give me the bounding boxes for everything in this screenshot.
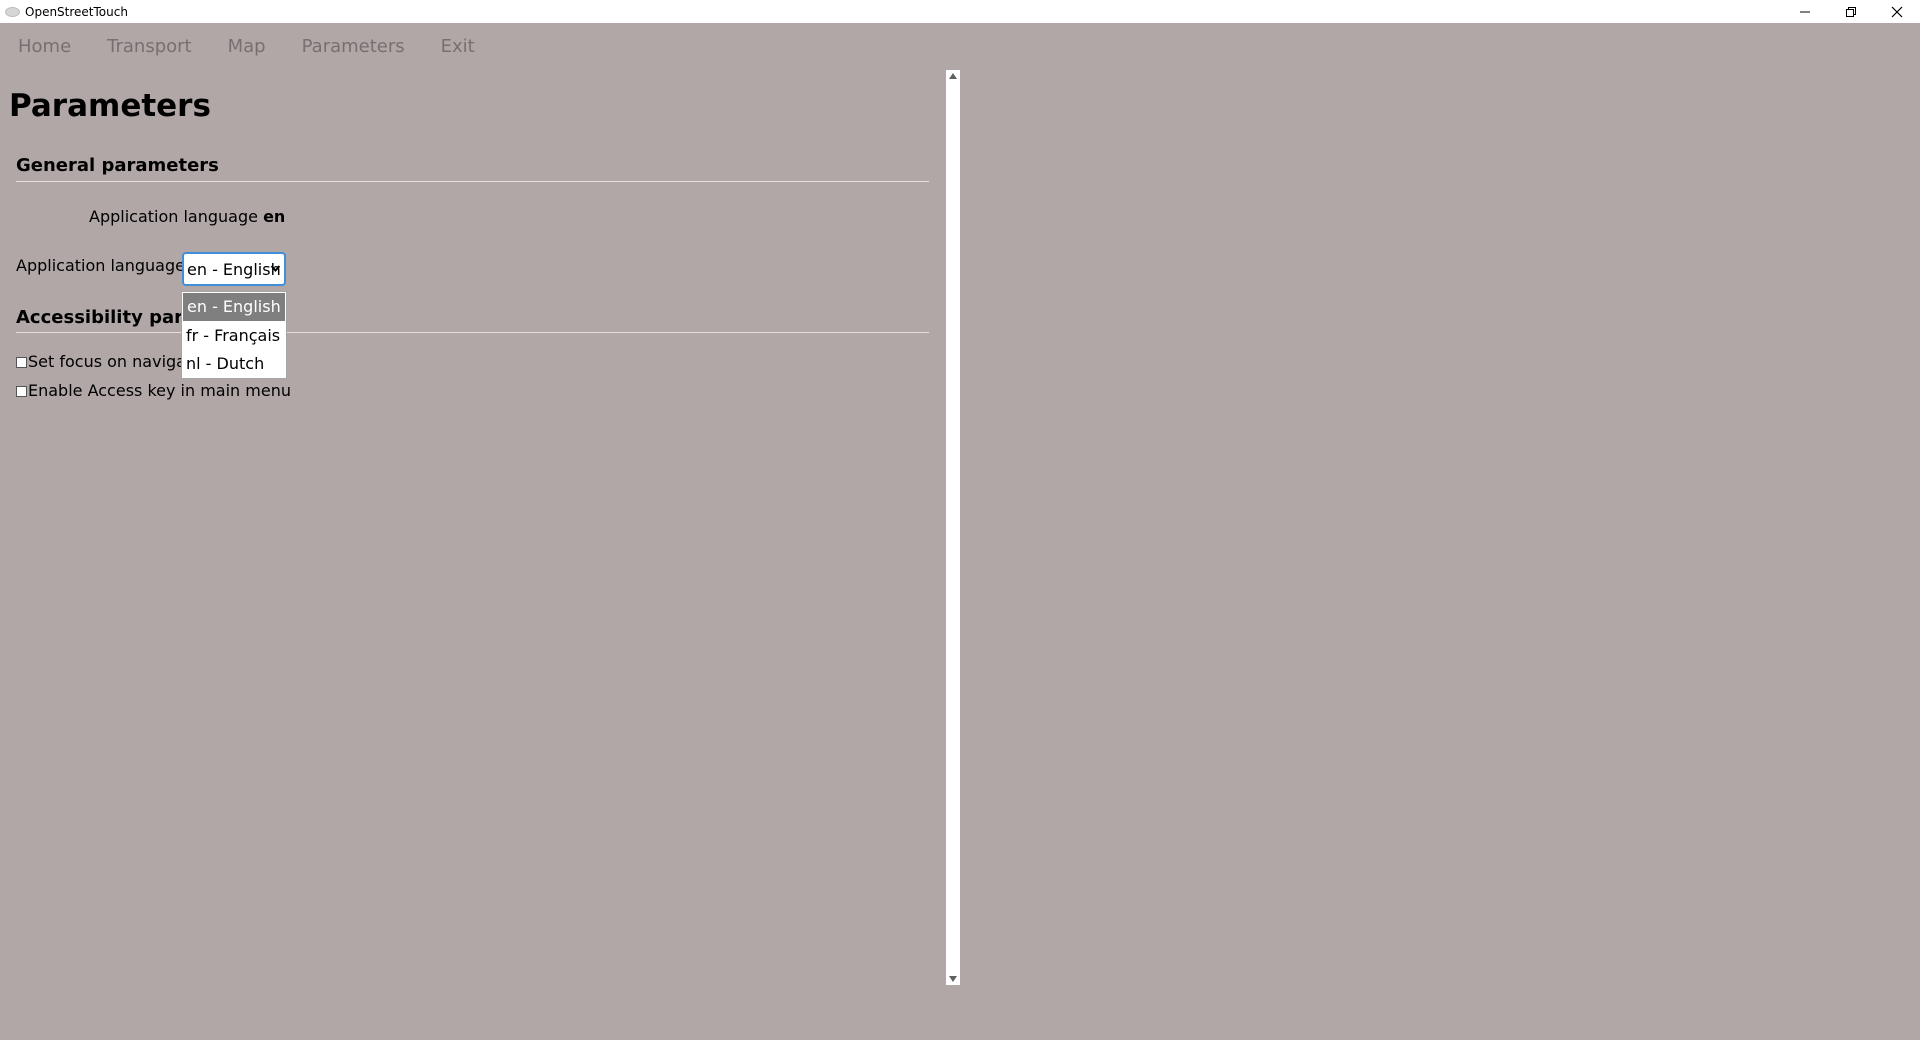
scroll-up-icon[interactable] [949,73,957,79]
set-focus-checkbox[interactable] [16,357,27,368]
title-bar: OpenStreetTouch [0,0,1920,23]
language-dropdown-list: en - English fr - Français nl - Dutch [181,291,287,379]
vertical-scrollbar[interactable] [946,70,960,985]
access-key-label: Enable Access key in main menu [28,381,291,400]
restore-icon [1846,6,1856,17]
general-parameters-heading: General parameters [16,155,219,176]
page-title: Parameters [9,88,211,124]
minimize-button[interactable] [1782,0,1828,23]
main-menu: Home Transport Map Parameters Exit [0,23,960,70]
window-title: OpenStreetTouch [25,4,128,19]
menu-item-exit[interactable]: Exit [441,36,475,57]
scroll-down-icon[interactable] [949,976,957,982]
current-language-value: en [263,207,286,226]
access-key-option: Enable Access key in main menu [16,381,291,400]
menu-item-transport[interactable]: Transport [107,36,191,57]
set-focus-option: Set focus on navigate [16,352,202,371]
close-icon [1891,6,1903,17]
language-select-label: Application language [16,256,185,275]
app-icon [5,6,20,17]
menu-item-home[interactable]: Home [18,36,71,57]
restore-button[interactable] [1828,0,1874,23]
minimize-icon [1800,11,1810,12]
chevron-down-icon [270,265,281,273]
access-key-checkbox[interactable] [16,386,27,397]
current-language-label: Application language [89,207,258,226]
language-option-en[interactable]: en - English [183,293,285,321]
accessibility-divider [16,332,929,333]
menu-item-parameters[interactable]: Parameters [302,36,405,57]
language-select[interactable]: en - English [182,252,286,286]
menu-item-map[interactable]: Map [228,36,266,57]
language-option-nl[interactable]: nl - Dutch [182,350,286,378]
set-focus-label: Set focus on navigate [28,352,203,371]
close-button[interactable] [1874,0,1920,23]
language-option-fr[interactable]: fr - Français [182,322,286,350]
window-controls [1782,0,1920,23]
current-language-info: Application language en [89,207,285,226]
language-select-value: en - English [187,259,281,279]
general-divider [16,181,929,182]
